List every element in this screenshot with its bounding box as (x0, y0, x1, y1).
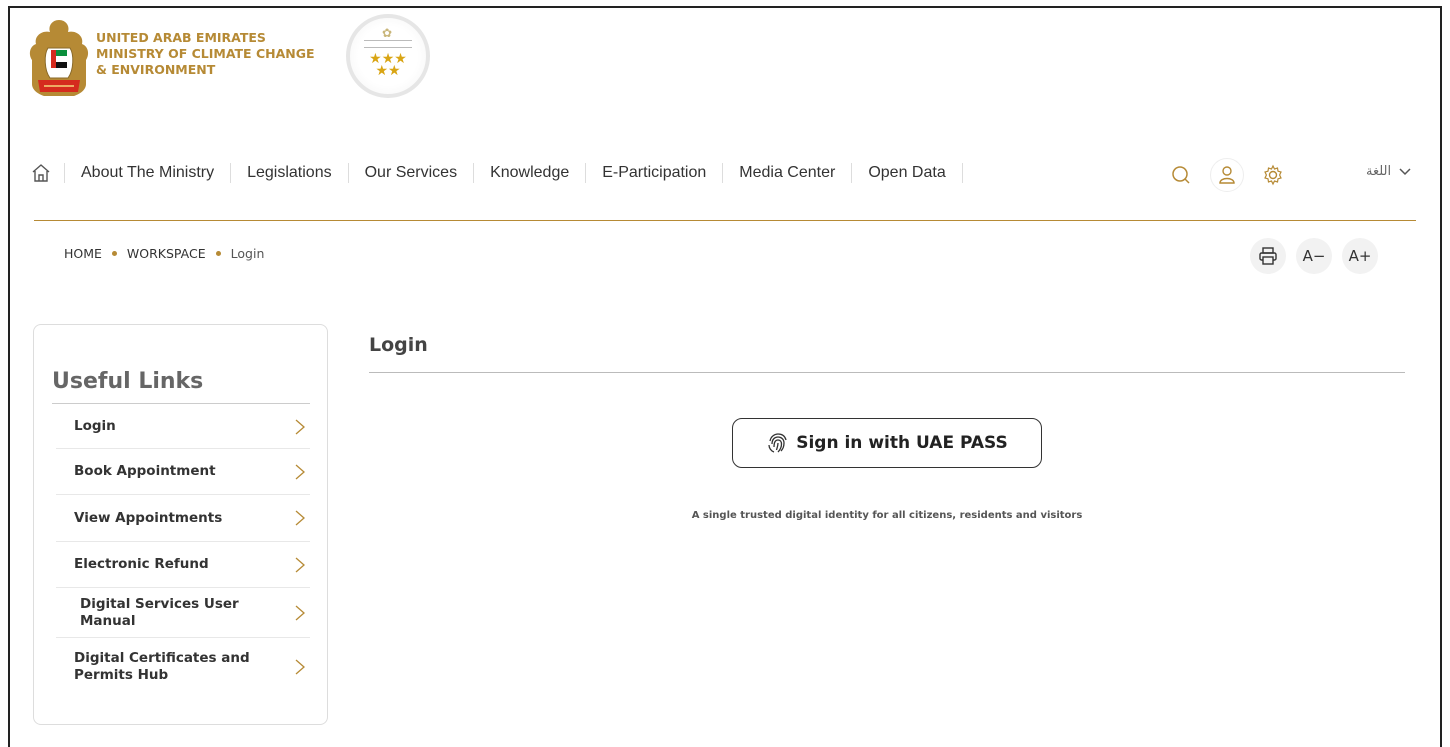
sidebar-link-view-appointments[interactable]: View Appointments (56, 495, 310, 542)
gear-icon[interactable] (1256, 158, 1290, 192)
breadcrumb-home[interactable]: HOME (64, 246, 102, 261)
nav-divider (961, 163, 963, 183)
breadcrumb-current: Login (230, 246, 265, 261)
government-excellence-seal-icon: ✿ ★★★ ★★ (346, 14, 430, 98)
nav-item-our-services[interactable]: Our Services (347, 163, 473, 183)
title-divider (369, 372, 1405, 373)
print-icon (1259, 247, 1277, 265)
ministry-name[interactable]: UNITED ARAB EMIRATES MINISTRY OF CLIMATE… (96, 30, 315, 78)
chevron-right-icon (295, 605, 305, 620)
nav-item-e-participation[interactable]: E-Participation (585, 163, 722, 183)
nav-item-knowledge[interactable]: Knowledge (473, 163, 585, 183)
nav-item-open-data[interactable]: Open Data (851, 163, 961, 183)
sidebar-link-digital-certificates-and-permits-hub[interactable]: Digital Certificates and Permits Hub (56, 638, 310, 696)
user-icon[interactable] (1210, 158, 1244, 192)
search-icon[interactable] (1164, 158, 1198, 192)
nav-item-legislations[interactable]: Legislations (230, 163, 348, 183)
sidebar-link-label: Electronic Refund (74, 556, 209, 572)
chevron-right-icon (295, 419, 305, 434)
header-tools (1164, 158, 1302, 192)
uae-pass-signin-button[interactable]: Sign in with UAE PASS (732, 418, 1042, 468)
uae-pass-tagline: A single trusted digital identity for al… (691, 510, 1083, 521)
useful-links-panel: Useful Links Login Book Appointment View… (33, 324, 328, 725)
sidebar-link-label: Book Appointment (74, 463, 216, 479)
main-nav: About The Ministry Legislations Our Serv… (26, 155, 963, 191)
chevron-right-icon (295, 659, 305, 675)
ministry-name-line2: MINISTRY OF CLIMATE CHANGE (96, 46, 315, 61)
ministry-name-line3: & ENVIRONMENT (96, 62, 216, 77)
breadcrumb-separator (215, 251, 221, 256)
nav-item-about-the-ministry[interactable]: About The Ministry (64, 163, 230, 183)
useful-links-title: Useful Links (52, 369, 204, 394)
home-icon[interactable] (26, 159, 56, 187)
decrease-font-button[interactable]: A− (1296, 238, 1332, 274)
header-divider (34, 220, 1416, 221)
uae-emblem-icon[interactable] (24, 14, 94, 102)
sidebar-link-electronic-refund[interactable]: Electronic Refund (56, 542, 310, 588)
language-label: اللغة (1366, 164, 1392, 179)
increase-font-button[interactable]: A+ (1342, 238, 1378, 274)
nav-item-media-center[interactable]: Media Center (722, 163, 851, 183)
accessibility-tools: A− A+ (1250, 238, 1378, 274)
print-button[interactable] (1250, 238, 1286, 274)
language-selector[interactable]: اللغة (1366, 164, 1411, 179)
stars-icon: ★★★ ★★ (369, 50, 407, 78)
breadcrumb-separator (111, 251, 117, 256)
seal-text-lines (364, 40, 412, 48)
uae-pass-label: Sign in with UAE PASS (796, 433, 1008, 453)
chevron-right-icon (295, 557, 305, 572)
sidebar-link-label: Digital Services User Manual (80, 595, 239, 629)
chevron-right-icon (295, 510, 305, 526)
chevron-right-icon (295, 464, 305, 479)
flower-icon: ✿ (382, 26, 393, 40)
sidebar-link-digital-services-user-manual[interactable]: Digital Services User Manual (56, 588, 310, 638)
breadcrumb: HOME WORKSPACE Login (64, 246, 264, 261)
useful-links-divider (52, 403, 310, 404)
sidebar-link-label: View Appointments (74, 509, 223, 526)
sidebar-link-label: Login (74, 418, 116, 434)
breadcrumb-workspace[interactable]: WORKSPACE (127, 246, 206, 261)
ministry-name-line1: UNITED ARAB EMIRATES (96, 30, 266, 45)
fingerprint-icon (768, 433, 787, 453)
page-title: Login (369, 334, 428, 356)
sidebar-link-book-appointment[interactable]: Book Appointment (56, 449, 310, 495)
sidebar-link-login[interactable]: Login (56, 405, 310, 449)
sidebar-link-label: Digital Certificates and Permits Hub (74, 650, 250, 683)
chevron-down-icon (1399, 167, 1411, 175)
